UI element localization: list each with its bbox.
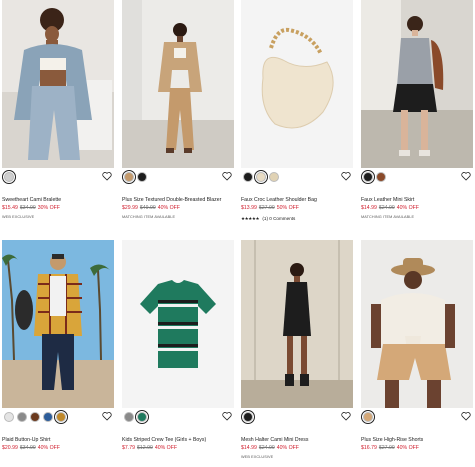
product-tag: MATCHING ITEM AVAILABLE: [122, 215, 176, 219]
color-swatch[interactable]: [124, 412, 134, 422]
product-name[interactable]: Kids Striped Crew Tee (Girls + Boys): [122, 437, 234, 443]
heart-icon[interactable]: [222, 171, 232, 181]
color-swatch[interactable]: [54, 410, 68, 424]
original-price: $34.99: [19, 445, 36, 451]
color-swatch[interactable]: [243, 172, 253, 182]
product-image[interactable]: [241, 240, 353, 408]
product-name[interactable]: Faux Leather Mini Skirt: [361, 197, 473, 203]
product-price: $29.99 $49.99 40% OFF: [122, 205, 180, 211]
color-swatch[interactable]: [4, 412, 14, 422]
product-image[interactable]: [241, 0, 353, 168]
color-swatch[interactable]: [122, 170, 136, 184]
product-rating[interactable]: ★★★★★ (1) 0 Comments: [241, 216, 295, 222]
heart-icon[interactable]: [461, 171, 471, 181]
heart-icon[interactable]: [341, 171, 351, 181]
color-swatch[interactable]: [376, 172, 386, 182]
product-tag: WEB EXCLUSIVE: [2, 215, 35, 219]
color-swatch[interactable]: [269, 172, 279, 182]
product-name[interactable]: Plus Size Textured Double-Breasted Blaze…: [122, 197, 234, 203]
discount-label: 40% OFF: [37, 445, 60, 451]
product-image[interactable]: [361, 240, 473, 408]
discount-label: 40% OFF: [276, 445, 299, 451]
sale-price: $20.99: [2, 445, 18, 451]
product-price: $14.99 $24.99 40% OFF: [241, 445, 299, 451]
sale-price: $15.49: [2, 205, 18, 211]
original-price: $49.99: [139, 205, 156, 211]
heart-icon[interactable]: [341, 411, 351, 421]
sale-price: $13.99: [241, 205, 257, 211]
product-image[interactable]: [2, 0, 114, 168]
product-image[interactable]: [361, 0, 473, 168]
color-swatch[interactable]: [361, 170, 375, 184]
heart-icon[interactable]: [461, 411, 471, 421]
heart-icon[interactable]: [102, 411, 112, 421]
discount-label: 40% OFF: [396, 205, 419, 211]
color-swatch[interactable]: [17, 412, 27, 422]
color-swatch[interactable]: [135, 410, 149, 424]
sale-price: $14.99: [361, 205, 377, 211]
product-name[interactable]: Plus Size High-Rise Shorts: [361, 437, 473, 443]
product-name[interactable]: Plaid Button-Up Shirt: [2, 437, 114, 443]
original-price: $24.99: [378, 205, 395, 211]
review-count: (1): [262, 216, 268, 221]
product-image[interactable]: [122, 240, 234, 408]
discount-label: 40% OFF: [157, 205, 180, 211]
original-price: $34.99: [19, 205, 36, 211]
product-image[interactable]: [2, 240, 114, 408]
product-price: $14.99 $24.99 40% OFF: [361, 205, 419, 211]
color-swatch[interactable]: [361, 410, 375, 424]
product-price: $13.99 $27.99 50% OFF: [241, 205, 299, 211]
discount-label: 30% OFF: [37, 205, 60, 211]
product-name[interactable]: Faux Croc Leather Shoulder Bag: [241, 197, 353, 203]
original-price: $27.99: [258, 205, 275, 211]
discount-label: 50% OFF: [276, 205, 299, 211]
heart-icon[interactable]: [222, 411, 232, 421]
original-price: $27.99: [378, 445, 395, 451]
product-name[interactable]: Sweetheart Cami Bralette: [2, 197, 114, 203]
color-swatch[interactable]: [241, 410, 255, 424]
heart-icon[interactable]: [102, 171, 112, 181]
sale-price: $7.79: [122, 445, 135, 451]
color-swatch[interactable]: [254, 170, 268, 184]
color-swatch[interactable]: [43, 412, 53, 422]
sale-price: $29.99: [122, 205, 138, 211]
discount-label: 40% OFF: [154, 445, 178, 451]
original-price: $12.99: [136, 445, 153, 451]
product-image[interactable]: [122, 0, 234, 168]
color-swatch[interactable]: [137, 172, 147, 182]
sale-price: $14.99: [241, 445, 257, 451]
product-name[interactable]: Mesh Halter Cami Mini Dress: [241, 437, 353, 443]
product-price: $20.99 $34.99 40% OFF: [2, 445, 60, 451]
product-price: $15.49 $34.99 30% OFF: [2, 205, 60, 211]
discount-label: 40% OFF: [396, 445, 419, 451]
color-swatch[interactable]: [30, 412, 40, 422]
comment-count[interactable]: 0 Comments: [269, 216, 295, 221]
product-tag: MATCHING ITEM AVAILABLE: [361, 215, 415, 219]
color-swatch[interactable]: [2, 170, 16, 184]
rating-stars: ★★★★★: [241, 216, 260, 221]
product-price: $16.79 $27.99 40% OFF: [361, 445, 419, 451]
product-price: $7.79 $12.99 40% OFF: [122, 445, 177, 451]
original-price: $24.99: [258, 445, 275, 451]
product-tag: WEB EXCLUSIVE: [241, 455, 274, 459]
sale-price: $16.79: [361, 445, 377, 451]
